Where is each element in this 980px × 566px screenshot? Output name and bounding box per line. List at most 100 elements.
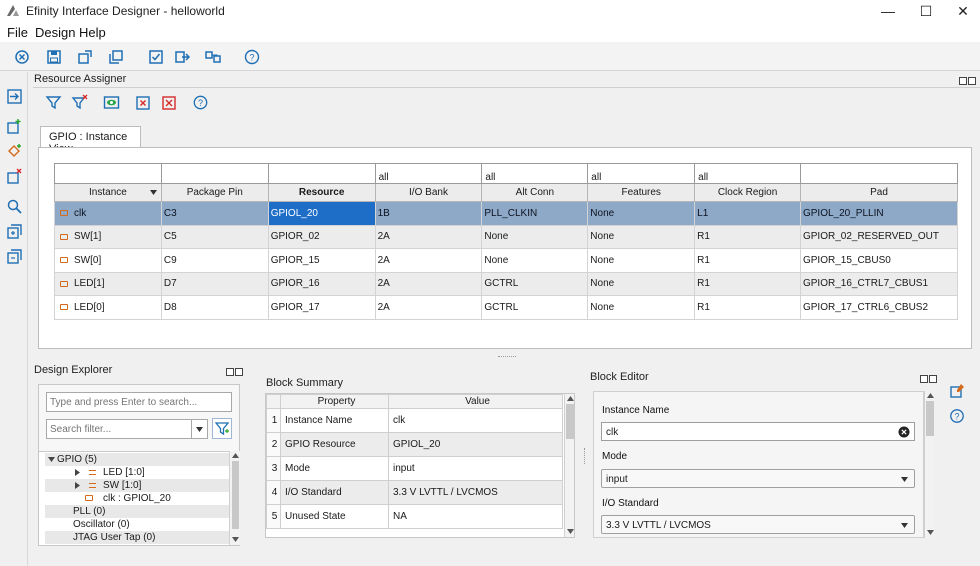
column-header-package-pin[interactable]: Package Pin <box>160 183 269 202</box>
table-row[interactable]: 2 GPIO Resource GPIOL_20 <box>266 432 563 457</box>
maximize-button[interactable]: ☐ <box>916 2 936 20</box>
cell-features[interactable]: None <box>587 224 696 249</box>
cell-instance[interactable]: clk <box>54 201 162 226</box>
column-header-features[interactable]: Features <box>587 183 696 202</box>
tree-node-gpio[interactable]: GPIO (5) <box>45 453 229 466</box>
cell-features[interactable]: None <box>587 201 696 226</box>
tree-node-jtag[interactable]: JTAG User Tap (0) <box>45 531 229 544</box>
generate-icon[interactable] <box>173 48 191 66</box>
help-icon[interactable]: ? <box>243 48 261 66</box>
save-icon[interactable] <box>45 48 63 66</box>
cell-instance[interactable]: LED[0] <box>54 295 162 320</box>
menu-help[interactable]: Help <box>79 25 106 40</box>
cell-package-pin[interactable]: C3 <box>160 201 269 226</box>
cell-features[interactable]: None <box>587 271 696 296</box>
cell-alt-conn[interactable]: GCTRL <box>481 271 589 296</box>
tab-gpio-instance-view[interactable]: GPIO : Instance View <box>40 126 141 155</box>
cell-alt-conn[interactable]: None <box>481 248 589 273</box>
vertical-splitter[interactable] <box>584 448 586 464</box>
block-editor-dock-controls[interactable] <box>920 372 940 383</box>
cell-features[interactable]: None <box>587 295 696 320</box>
column-header-clock-region[interactable]: Clock Region <box>694 183 801 202</box>
tree-node-oscillator[interactable]: Oscillator (0) <box>45 518 229 531</box>
editor-help-icon[interactable]: ? <box>949 408 965 424</box>
apply-filter-button[interactable] <box>212 418 232 439</box>
filter-package-pin[interactable] <box>160 163 269 184</box>
tree-scrollbar[interactable] <box>229 451 240 545</box>
column-header-alt-conn[interactable]: Alt Conn <box>481 183 589 202</box>
show-icon[interactable] <box>103 94 120 111</box>
column-header-property[interactable]: Property <box>280 394 389 409</box>
cell-io-bank[interactable]: 2A <box>374 295 483 320</box>
column-header-io-bank[interactable]: I/O Bank <box>374 183 483 202</box>
close-button[interactable]: ✕ <box>953 2 973 20</box>
cell-resource[interactable]: GPIOR_15 <box>267 248 376 273</box>
cell-pad[interactable]: GPIOR_16_CTRL7_CBUS1 <box>799 271 959 296</box>
column-header-pad[interactable]: Pad <box>799 183 959 202</box>
clear-text-icon[interactable] <box>898 426 910 438</box>
report-icon[interactable] <box>204 48 222 66</box>
collapse-all-icon[interactable] <box>6 248 23 265</box>
clear-filter-icon[interactable] <box>71 94 88 111</box>
cell-alt-conn[interactable]: None <box>481 224 589 249</box>
check-design-icon[interactable] <box>147 48 165 66</box>
table-row[interactable]: 1 Instance Name clk <box>266 408 563 433</box>
cell-clock-region[interactable]: R1 <box>694 271 801 296</box>
tree-node-led[interactable]: LED [1:0] <box>45 466 229 479</box>
cell-resource[interactable]: GPIOR_17 <box>267 295 376 320</box>
cell-pad[interactable]: GPIOR_02_RESERVED_OUT <box>799 224 959 249</box>
cell-io-bank[interactable]: 2A <box>374 271 483 296</box>
scroll-thumb[interactable] <box>926 401 934 436</box>
add-block-icon[interactable] <box>6 118 23 135</box>
delete-block-icon[interactable] <box>6 168 23 185</box>
table-row[interactable]: 4 I/O Standard 3.3 V LVTTL / LVCMOS <box>266 480 563 505</box>
cell-package-pin[interactable]: D8 <box>160 295 269 320</box>
table-row[interactable]: LED[1] D7 GPIOR_16 2A GCTRL None R1 GPIO… <box>54 271 959 296</box>
minimize-button[interactable]: — <box>878 2 898 20</box>
cell-resource[interactable]: GPIOL_20 <box>267 201 376 226</box>
filter-dropdown-button[interactable] <box>191 419 208 439</box>
expand-all-icon[interactable] <box>6 223 23 240</box>
scroll-thumb[interactable] <box>566 404 574 439</box>
panel-dock-controls[interactable] <box>959 74 979 85</box>
cell-package-pin[interactable]: D7 <box>160 271 269 296</box>
filter-io-bank[interactable]: all <box>374 163 483 184</box>
column-header-instance[interactable]: Instance <box>54 183 162 202</box>
tree-node-clk[interactable]: clk : GPIOL_20 <box>45 492 229 505</box>
cell-alt-conn[interactable]: GCTRL <box>481 295 589 320</box>
tree-node-pll[interactable]: PLL (0) <box>45 505 229 518</box>
search-filter-input[interactable] <box>46 419 198 439</box>
cell-io-bank[interactable]: 1B <box>374 201 483 226</box>
scroll-thumb[interactable] <box>232 461 239 529</box>
column-header-value[interactable]: Value <box>388 394 563 409</box>
cell-instance[interactable]: SW[1] <box>54 224 162 249</box>
cell-clock-region[interactable]: L1 <box>694 201 801 226</box>
horizontal-splitter[interactable] <box>498 356 516 358</box>
filter-features[interactable]: all <box>587 163 696 184</box>
cell-resource[interactable]: GPIOR_02 <box>267 224 376 249</box>
tree-node-sw[interactable]: SW [1:0] <box>45 479 229 492</box>
clear-all-icon[interactable] <box>161 94 178 111</box>
table-row[interactable]: 3 Mode input <box>266 456 563 481</box>
table-row[interactable]: 5 Unused State NA <box>266 504 563 529</box>
menu-file[interactable]: File <box>7 25 28 40</box>
editor-scrollbar[interactable] <box>924 391 934 538</box>
io-standard-select[interactable]: 3.3 V LVTTL / LVCMOS <box>601 515 915 534</box>
cell-alt-conn[interactable]: PLL_CLKIN <box>481 201 589 226</box>
filter-icon[interactable] <box>45 94 62 111</box>
cell-io-bank[interactable]: 2A <box>374 248 483 273</box>
table-row[interactable]: SW[1] C5 GPIOR_02 2A None None R1 GPIOR_… <box>54 224 959 249</box>
table-row[interactable]: LED[0] D8 GPIOR_17 2A GCTRL None R1 GPIO… <box>54 295 959 320</box>
edit-block-icon[interactable] <box>949 383 965 399</box>
filter-pad[interactable] <box>799 163 959 184</box>
cell-pad[interactable]: GPIOR_15_CBUS0 <box>799 248 959 273</box>
cell-package-pin[interactable]: C9 <box>160 248 269 273</box>
import-icon[interactable] <box>107 48 125 66</box>
table-row[interactable]: SW[0] C9 GPIOR_15 2A None None R1 GPIOR_… <box>54 248 959 273</box>
ra-help-icon[interactable]: ? <box>192 94 209 111</box>
table-row[interactable]: clk C3 GPIOL_20 1B PLL_CLKIN None L1 GPI… <box>54 201 959 226</box>
filter-clock-region[interactable]: all <box>694 163 801 184</box>
close-design-icon[interactable] <box>13 48 31 66</box>
summary-scrollbar[interactable] <box>564 394 574 537</box>
menu-design[interactable]: Design <box>35 25 75 40</box>
